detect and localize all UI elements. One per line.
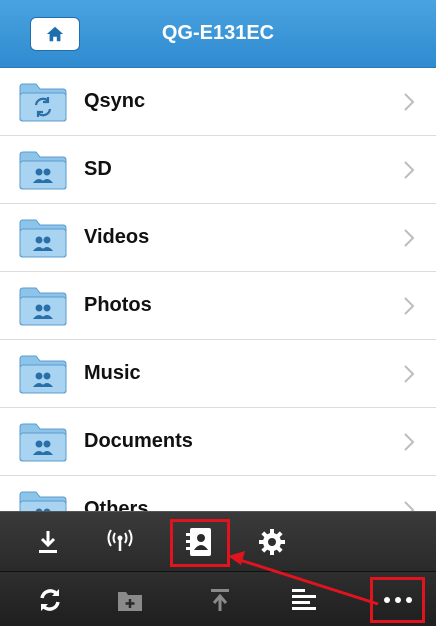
folder-label: Qsync bbox=[84, 90, 146, 112]
list-item-videos[interactable]: Videos bbox=[0, 204, 436, 272]
list-item-qsync[interactable]: Qsync bbox=[0, 68, 436, 136]
folder-label: Documents bbox=[84, 430, 193, 452]
sort-icon bbox=[292, 589, 316, 610]
wireless-button[interactable] bbox=[100, 522, 140, 562]
settings-icon bbox=[259, 529, 285, 555]
header-bar: QG-E131EC bbox=[0, 0, 436, 68]
folder-label: Music bbox=[84, 362, 141, 384]
annotation-box-contacts bbox=[170, 519, 230, 567]
settings-button[interactable] bbox=[252, 522, 292, 562]
folder-label: Videos bbox=[84, 226, 150, 248]
list-item-photos[interactable]: Photos bbox=[0, 272, 436, 340]
sort-button[interactable] bbox=[284, 580, 324, 620]
shared-folder-icon bbox=[19, 423, 67, 462]
new-folder-button bbox=[110, 580, 150, 620]
wireless-icon bbox=[107, 529, 133, 551]
chevron-right-icon bbox=[404, 365, 415, 383]
chevron-right-icon bbox=[404, 297, 415, 315]
shared-folder-icon bbox=[19, 219, 67, 258]
download-button[interactable] bbox=[30, 522, 66, 562]
page-title: QG-E131EC bbox=[161, 22, 275, 44]
chevron-right-icon bbox=[404, 93, 415, 111]
folder-label: Photos bbox=[84, 294, 152, 316]
shared-folder-icon bbox=[19, 287, 67, 326]
sync-folder-icon bbox=[19, 83, 67, 122]
upload-icon bbox=[211, 589, 229, 611]
refresh-icon bbox=[40, 589, 60, 611]
shared-folder-icon bbox=[19, 355, 67, 394]
annotation-box-more bbox=[370, 577, 425, 623]
folder-label: SD bbox=[84, 158, 112, 180]
list-item-documents[interactable]: Documents bbox=[0, 408, 436, 476]
folder-list: Qsync SD Videos Photos Music Documents O… bbox=[0, 68, 436, 544]
chevron-right-icon bbox=[404, 161, 415, 179]
upload-button bbox=[200, 580, 240, 620]
chevron-right-icon bbox=[404, 433, 415, 451]
refresh-button[interactable] bbox=[30, 580, 70, 620]
list-item-music[interactable]: Music bbox=[0, 340, 436, 408]
download-icon bbox=[39, 531, 57, 553]
new-folder-icon bbox=[118, 592, 142, 611]
list-item-sd[interactable]: SD bbox=[0, 136, 436, 204]
chevron-right-icon bbox=[404, 229, 415, 247]
shared-folder-icon bbox=[19, 151, 67, 190]
